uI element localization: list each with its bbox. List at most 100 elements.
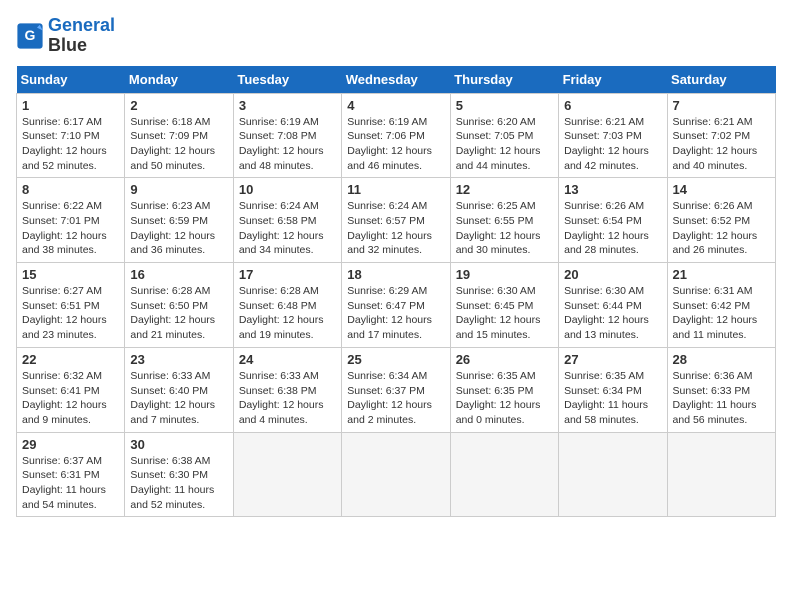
day-number: 5 [456,98,553,113]
calendar-day-14: 14 Sunrise: 6:26 AMSunset: 6:52 PMDayligh… [667,178,775,263]
calendar-day-11: 11 Sunrise: 6:24 AMSunset: 6:57 PMDayligh… [342,178,450,263]
day-info: Sunrise: 6:19 AMSunset: 7:06 PMDaylight:… [347,115,444,174]
day-info: Sunrise: 6:30 AMSunset: 6:45 PMDaylight:… [456,284,553,343]
calendar-day-5: 5 Sunrise: 6:20 AMSunset: 7:05 PMDaylight… [450,93,558,178]
calendar-day-22: 22Sunrise: 6:32 AMSunset: 6:41 PMDayligh… [17,347,125,432]
day-number: 30 [130,437,227,452]
day-info: Sunrise: 6:19 AMSunset: 7:08 PMDaylight:… [239,115,336,174]
day-number: 13 [564,182,661,197]
logo-text: GeneralBlue [48,16,115,56]
day-info: Sunrise: 6:35 AMSunset: 6:34 PMDaylight:… [564,369,661,428]
calendar-day-12: 12 Sunrise: 6:25 AMSunset: 6:55 PMDayligh… [450,178,558,263]
day-info: Sunrise: 6:22 AMSunset: 7:01 PMDaylight:… [22,199,119,258]
calendar-day-7: 7 Sunrise: 6:21 AMSunset: 7:02 PMDaylight… [667,93,775,178]
day-number: 19 [456,267,553,282]
day-number: 8 [22,182,119,197]
day-info: Sunrise: 6:21 AMSunset: 7:03 PMDaylight:… [564,115,661,174]
day-info: Sunrise: 6:25 AMSunset: 6:55 PMDaylight:… [456,199,553,258]
day-number: 3 [239,98,336,113]
empty-cell [342,432,450,517]
day-number: 7 [673,98,770,113]
calendar-day-16: 16 Sunrise: 6:28 AMSunset: 6:50 PMDayligh… [125,263,233,348]
day-info: Sunrise: 6:28 AMSunset: 6:50 PMDaylight:… [130,284,227,343]
calendar-day-15: 15 Sunrise: 6:27 AMSunset: 6:51 PMDayligh… [17,263,125,348]
day-info: Sunrise: 6:18 AMSunset: 7:09 PMDaylight:… [130,115,227,174]
day-number: 27 [564,352,661,367]
day-info: Sunrise: 6:32 AMSunset: 6:41 PMDaylight:… [22,369,119,428]
day-info: Sunrise: 6:38 AMSunset: 6:30 PMDaylight:… [130,454,227,513]
day-info: Sunrise: 6:31 AMSunset: 6:42 PMDaylight:… [673,284,770,343]
day-number: 9 [130,182,227,197]
day-info: Sunrise: 6:26 AMSunset: 6:52 PMDaylight:… [673,199,770,258]
calendar-day-1: 1 Sunrise: 6:17 AMSunset: 7:10 PMDaylight… [17,93,125,178]
day-number: 23 [130,352,227,367]
day-info: Sunrise: 6:23 AMSunset: 6:59 PMDaylight:… [130,199,227,258]
calendar-day-21: 21 Sunrise: 6:31 AMSunset: 6:42 PMDayligh… [667,263,775,348]
day-number: 21 [673,267,770,282]
day-number: 29 [22,437,119,452]
calendar-day-29: 29 Sunrise: 6:37 AMSunset: 6:31 PMDayligh… [17,432,125,517]
calendar-day-27: 27 Sunrise: 6:35 AMSunset: 6:34 PMDayligh… [559,347,667,432]
weekday-header-monday: Monday [125,66,233,94]
day-number: 17 [239,267,336,282]
day-number: 25 [347,352,444,367]
day-info: Sunrise: 6:33 AMSunset: 6:40 PMDaylight:… [130,369,227,428]
weekday-header-thursday: Thursday [450,66,558,94]
day-number: 28 [673,352,770,367]
calendar-day-9: 9 Sunrise: 6:23 AMSunset: 6:59 PMDaylight… [125,178,233,263]
day-info: Sunrise: 6:28 AMSunset: 6:48 PMDaylight:… [239,284,336,343]
day-number: 11 [347,182,444,197]
calendar-day-6: 6 Sunrise: 6:21 AMSunset: 7:03 PMDaylight… [559,93,667,178]
day-number: 2 [130,98,227,113]
weekday-header-wednesday: Wednesday [342,66,450,94]
calendar-day-28: 28 Sunrise: 6:36 AMSunset: 6:33 PMDayligh… [667,347,775,432]
day-number: 24 [239,352,336,367]
day-info: Sunrise: 6:36 AMSunset: 6:33 PMDaylight:… [673,369,770,428]
day-info: Sunrise: 6:21 AMSunset: 7:02 PMDaylight:… [673,115,770,174]
day-info: Sunrise: 6:35 AMSunset: 6:35 PMDaylight:… [456,369,553,428]
calendar-day-26: 26 Sunrise: 6:35 AMSunset: 6:35 PMDayligh… [450,347,558,432]
svg-text:G: G [25,27,36,43]
day-number: 18 [347,267,444,282]
day-number: 16 [130,267,227,282]
day-number: 12 [456,182,553,197]
day-info: Sunrise: 6:37 AMSunset: 6:31 PMDaylight:… [22,454,119,513]
day-info: Sunrise: 6:24 AMSunset: 6:58 PMDaylight:… [239,199,336,258]
empty-cell [233,432,341,517]
day-info: Sunrise: 6:27 AMSunset: 6:51 PMDaylight:… [22,284,119,343]
calendar-day-25: 25 Sunrise: 6:34 AMSunset: 6:37 PMDayligh… [342,347,450,432]
empty-cell [450,432,558,517]
logo: G GeneralBlue [16,16,115,56]
day-info: Sunrise: 6:17 AMSunset: 7:10 PMDaylight:… [22,115,119,174]
calendar-day-24: 24 Sunrise: 6:33 AMSunset: 6:38 PMDayligh… [233,347,341,432]
day-info: Sunrise: 6:26 AMSunset: 6:54 PMDaylight:… [564,199,661,258]
logo-icon: G [16,22,44,50]
weekday-header-tuesday: Tuesday [233,66,341,94]
day-info: Sunrise: 6:33 AMSunset: 6:38 PMDaylight:… [239,369,336,428]
day-info: Sunrise: 6:30 AMSunset: 6:44 PMDaylight:… [564,284,661,343]
day-number: 15 [22,267,119,282]
calendar-day-4: 4Sunrise: 6:19 AMSunset: 7:06 PMDaylight… [342,93,450,178]
weekday-header-sunday: Sunday [17,66,125,94]
calendar-day-2: 2 Sunrise: 6:18 AMSunset: 7:09 PMDaylight… [125,93,233,178]
day-number: 10 [239,182,336,197]
empty-cell [667,432,775,517]
calendar-day-3: 3 Sunrise: 6:19 AMSunset: 7:08 PMDaylight… [233,93,341,178]
day-info: Sunrise: 6:34 AMSunset: 6:37 PMDaylight:… [347,369,444,428]
calendar-day-17: 17 Sunrise: 6:28 AMSunset: 6:48 PMDayligh… [233,263,341,348]
day-info: Sunrise: 6:24 AMSunset: 6:57 PMDaylight:… [347,199,444,258]
day-info: Sunrise: 6:20 AMSunset: 7:05 PMDaylight:… [456,115,553,174]
day-number: 6 [564,98,661,113]
calendar-day-23: 23 Sunrise: 6:33 AMSunset: 6:40 PMDayligh… [125,347,233,432]
calendar-day-30: 30 Sunrise: 6:38 AMSunset: 6:30 PMDayligh… [125,432,233,517]
calendar-table: SundayMondayTuesdayWednesdayThursdayFrid… [16,66,776,518]
day-number: 26 [456,352,553,367]
calendar-day-20: 20Sunrise: 6:30 AMSunset: 6:44 PMDayligh… [559,263,667,348]
calendar-day-10: 10 Sunrise: 6:24 AMSunset: 6:58 PMDayligh… [233,178,341,263]
weekday-header-friday: Friday [559,66,667,94]
day-number: 1 [22,98,119,113]
page-header: G GeneralBlue [16,16,776,56]
calendar-day-19: 19 Sunrise: 6:30 AMSunset: 6:45 PMDayligh… [450,263,558,348]
day-number: 14 [673,182,770,197]
calendar-day-18: 18Sunrise: 6:29 AMSunset: 6:47 PMDayligh… [342,263,450,348]
